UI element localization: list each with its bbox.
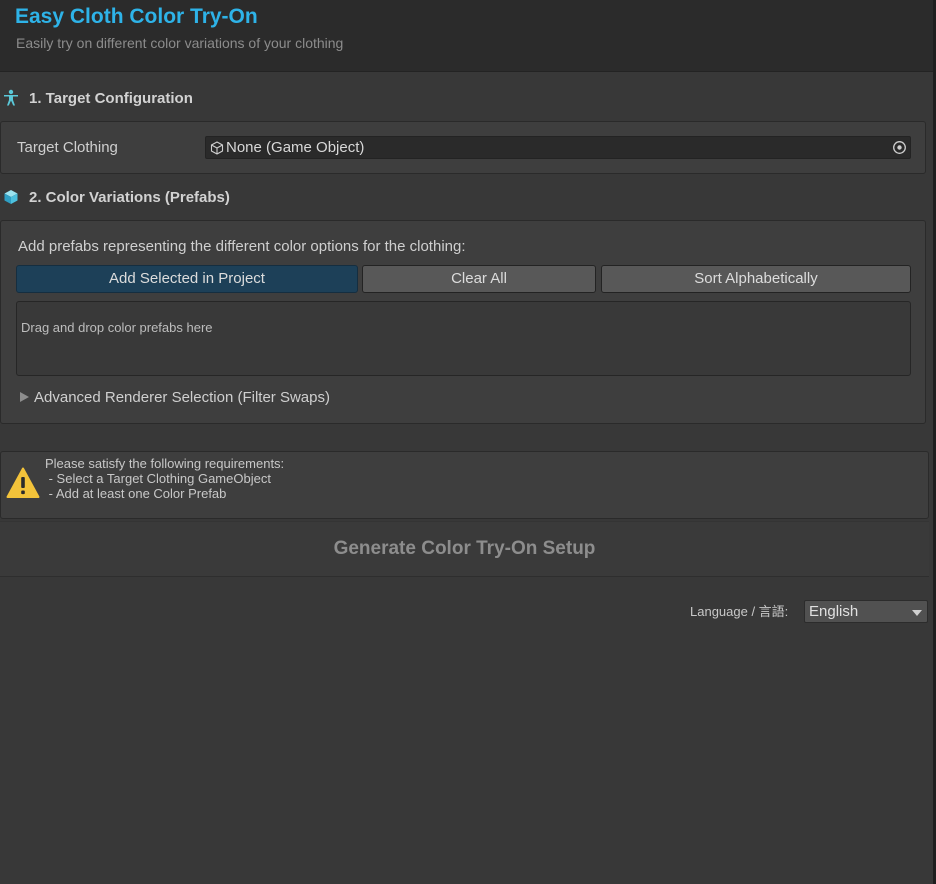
drop-zone-hint: Drag and drop color prefabs here (21, 320, 213, 335)
warning-item: - Add at least one Color Prefab (45, 486, 227, 501)
generate-setup-button[interactable]: Generate Color Try-On Setup (0, 521, 929, 577)
add-selected-button[interactable]: Add Selected in Project (16, 265, 358, 293)
foldout-label: Advanced Renderer Selection (Filter Swap… (34, 389, 330, 406)
language-label: Language / 言語: (690, 604, 789, 619)
prefab-drop-zone[interactable]: Drag and drop color prefabs here (16, 301, 911, 376)
color-variations-description: Add prefabs representing the different c… (18, 238, 466, 255)
target-clothing-value: None (Game Object) (226, 139, 365, 156)
section-title-colors: 2. Color Variations (Prefabs) (29, 189, 230, 206)
warning-icon (6, 467, 40, 499)
warning-item: - Select a Target Clothing GameObject (45, 471, 271, 486)
target-clothing-label: Target Clothing (17, 139, 118, 156)
section-title-target: 1. Target Configuration (29, 90, 193, 107)
advanced-renderer-foldout[interactable]: Advanced Renderer Selection (Filter Swap… (18, 388, 358, 408)
target-clothing-field[interactable]: None (Game Object) (205, 136, 911, 159)
object-picker-icon[interactable] (892, 140, 907, 155)
language-selected-value: English (809, 603, 859, 620)
chevron-down-icon (912, 610, 922, 616)
window-title: Easy Cloth Color Try-On (15, 5, 258, 28)
requirements-warning: Please satisfy the following requirement… (0, 451, 929, 519)
humanoid-icon (2, 89, 20, 107)
sort-alphabetically-button[interactable]: Sort Alphabetically (601, 265, 911, 293)
warning-heading: Please satisfy the following requirement… (45, 456, 285, 471)
window-subtitle: Easily try on different color variations… (16, 35, 344, 51)
gameobject-icon (210, 141, 224, 155)
cube-icon (3, 189, 19, 205)
foldout-arrow-icon[interactable] (20, 392, 29, 402)
header-bar: Easy Cloth Color Try-On Easily try on di… (0, 0, 933, 72)
language-select[interactable]: English (804, 600, 928, 623)
clear-all-button[interactable]: Clear All (362, 265, 596, 293)
